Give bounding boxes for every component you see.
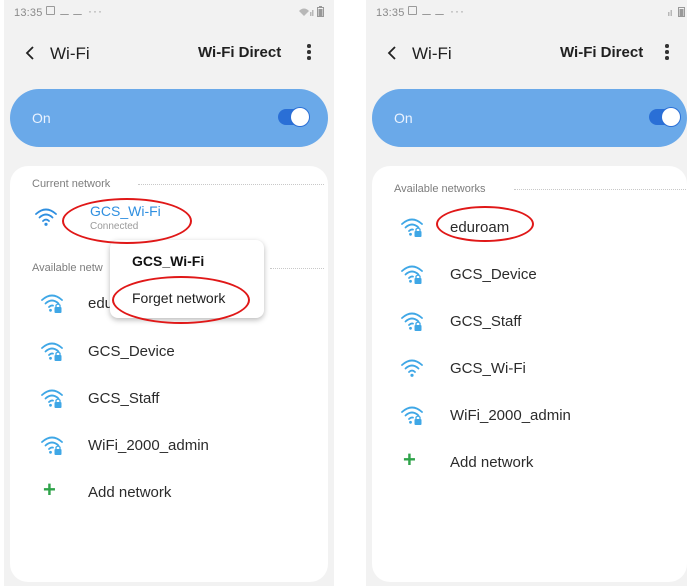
wifi-direct-button[interactable]: Wi-Fi Direct [560,44,643,61]
network-name: GCS_Wi-Fi [450,360,526,377]
section-label: Available netw [32,262,103,274]
wifi-toggle-label: On [394,110,413,126]
more-notifications-icon: ··· [450,4,465,18]
wifi-lock-icon [400,310,424,332]
more-options-icon[interactable] [302,42,316,64]
network-name: GCS_Staff [88,390,160,407]
wifi-toggle-bar[interactable]: On [10,89,328,147]
add-network-label: Add network [88,484,172,501]
wifi-toggle-label: On [32,110,51,126]
wifi-switch[interactable] [649,108,680,126]
section-label: Available networks [394,183,486,195]
wifi-lock-icon [40,340,64,362]
more-options-icon[interactable] [660,42,674,64]
page-title: Wi-Fi [412,44,452,63]
network-row[interactable]: eduroam [400,214,600,244]
wifi-icon [400,357,424,379]
battery-icon [678,7,685,17]
network-row[interactable]: GCS_Wi-Fi [400,355,600,385]
wifi-lock-icon [400,216,424,238]
network-name: WiFi_2000_admin [450,407,571,424]
current-network-row[interactable]: GCS_Wi-Fi Connected [34,203,234,234]
available-networks-header: Available netw [32,262,103,274]
network-name: GCS_Staff [450,313,522,330]
wifi-lock-icon [40,434,64,456]
wifi-lock-icon [400,263,424,285]
switch-knob [662,108,680,126]
network-row[interactable]: GCS_Device [40,338,240,368]
network-name: GCS_Device [450,266,537,283]
wifi-toggle-bar[interactable]: On [372,89,687,147]
left-phone-screen: 13:35 ··· Wi-Fi Wi-Fi Direct On Current … [4,0,334,586]
network-row[interactable]: GCS_Device [400,261,600,291]
wifi-direct-button[interactable]: Wi-Fi Direct [198,44,281,61]
wifi-lock-icon [40,292,64,314]
network-name: eduroam [450,219,510,236]
add-network-label: Add network [450,454,534,471]
status-time: 13:35 [14,7,43,19]
network-name: GCS_Device [88,343,175,360]
status-bar: 13:35 ··· [366,0,687,24]
wifi-lock-icon [40,387,64,409]
signal-icon [668,10,672,16]
wifi-switch[interactable] [278,108,309,126]
network-status: Connected [90,221,139,232]
network-row[interactable]: WiFi_2000_admin [40,432,260,462]
plus-icon: + [43,477,56,502]
section-label: Current network [32,178,111,190]
signal-battery-icons [298,6,324,17]
more-notifications-icon: ··· [88,4,103,18]
network-row[interactable]: GCS_Staff [40,385,240,415]
available-networks-header: Available networks [394,183,486,195]
network-name: WiFi_2000_admin [88,437,209,454]
download-icon [60,6,69,15]
wifi-icon [34,206,58,228]
switch-knob [291,108,309,126]
section-divider [514,189,686,190]
status-time: 13:35 [376,7,405,19]
current-network-header: Current network [32,178,110,190]
gallery-icon [46,6,55,15]
network-name: GCS_Wi-Fi [90,203,161,219]
context-menu-title: GCS_Wi-Fi [132,253,205,269]
download-icon [73,6,82,15]
app-bar: Wi-Fi Wi-Fi Direct [366,34,687,74]
gallery-icon [408,6,417,15]
back-arrow-icon[interactable] [18,41,42,65]
section-divider [270,268,324,269]
back-arrow-icon[interactable] [380,41,404,65]
page-title: Wi-Fi [50,44,90,63]
network-list-card: Current network GCS_Wi-Fi Connected Avai… [10,166,328,582]
right-phone-screen: 13:35 ··· Wi-Fi Wi-Fi Direct On Availabl… [366,0,687,586]
wifi-status-icon [299,8,314,16]
wifi-lock-icon [400,404,424,426]
status-bar: 13:35 ··· [4,0,334,24]
network-row[interactable]: GCS_Staff [400,308,600,338]
download-icon [422,6,431,15]
app-bar: Wi-Fi Wi-Fi Direct [4,34,334,74]
network-list-card: Available networks eduroam GCS_Device GC… [372,166,687,582]
plus-icon: + [403,447,416,472]
add-network-row[interactable]: + Add network [400,449,600,479]
add-network-row[interactable]: + Add network [40,479,240,509]
forget-network-button[interactable]: Forget network [132,290,225,306]
context-menu: GCS_Wi-Fi Forget network [110,240,264,318]
download-icon [435,6,444,15]
signal-battery-icons [667,6,685,17]
section-divider [138,184,324,185]
battery-icon [317,6,324,17]
network-row[interactable]: WiFi_2000_admin [400,402,620,432]
